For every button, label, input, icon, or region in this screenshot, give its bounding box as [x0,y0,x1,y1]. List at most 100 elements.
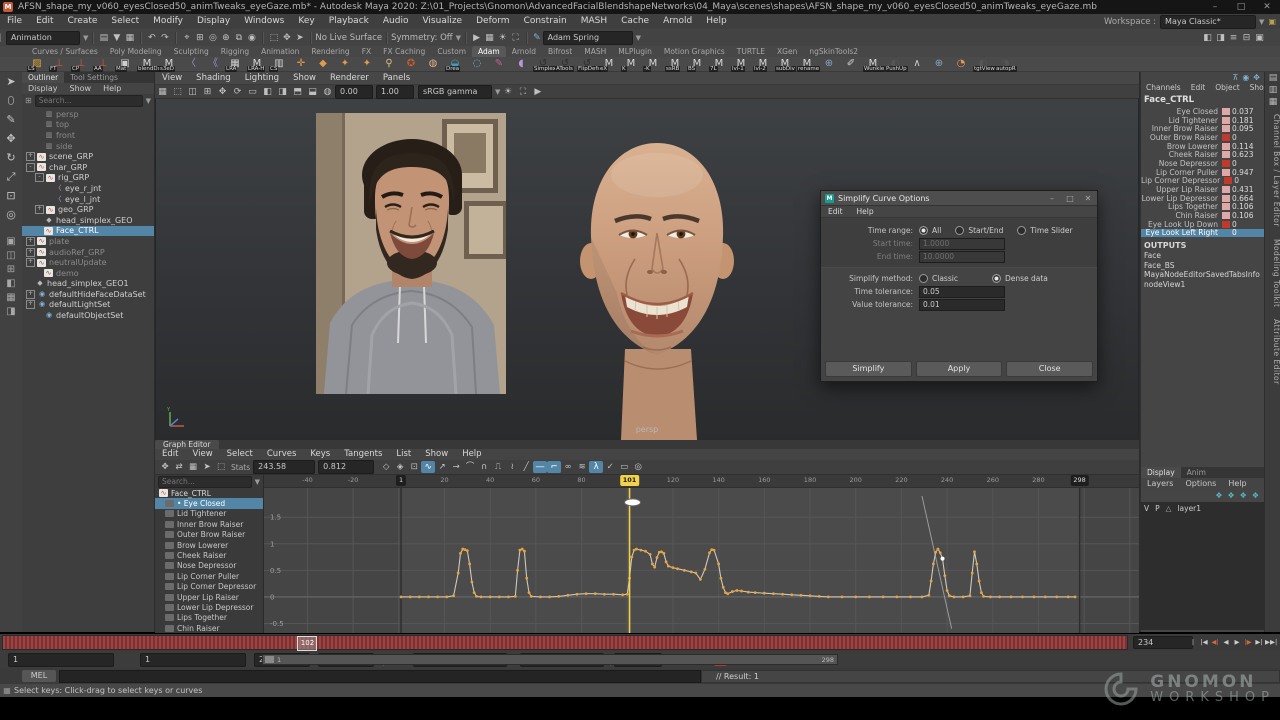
radio-dense-data-label[interactable]: Dense data [1005,274,1048,283]
menu-arnold[interactable]: Arnold [656,14,699,29]
ge-toolbar-icon[interactable]: ― [533,461,547,473]
shelf-button-lvl-2[interactable]: Mlvl-2 [752,57,774,72]
outliner-item-eye_l_jnt[interactable]: 〈eye_l_jnt [22,194,154,205]
viewport-icon[interactable]: ⛶ [515,87,530,97]
channel-lip-corner-depressor[interactable]: Lip Corner Depressor0 [1141,177,1264,186]
tool-icon[interactable]: ⬯ [0,91,22,110]
sidebar-toggle-icon[interactable]: ▣ [1253,33,1266,43]
layer-panel-icon[interactable]: ❖ [1252,491,1259,500]
radio-time-slider[interactable] [1017,226,1026,235]
viewport-menu-renderer[interactable]: Renderer [323,71,376,86]
exposure-field[interactable]: 0.00 [335,85,373,99]
close-button[interactable]: Close [1006,361,1093,377]
shelf-button-cp[interactable]: ⊥CP [70,57,92,72]
channel-cheek-raiser[interactable]: Cheek Raiser0.623 [1141,150,1264,159]
viewport-icon[interactable]: ▦ [155,87,170,97]
ge-toolbar-icon[interactable]: ⇄ [172,461,186,473]
maximize-button[interactable]: □ [1228,2,1254,12]
outliner-menu-help[interactable]: Help [97,83,127,94]
ge-toolbar-icon[interactable]: ≀ [505,461,519,473]
viewport-icon[interactable]: ◫ [185,87,200,97]
menu-create[interactable]: Create [61,14,105,29]
shelf-button--k[interactable]: M-K [642,57,664,72]
radio-classic-label[interactable]: Classic [932,274,958,283]
ge-toolbar-icon[interactable]: λ [589,461,603,473]
viewport-menu-view[interactable]: View [155,71,189,86]
ge-toolbar-icon[interactable]: ⬚ [214,461,228,473]
ge-menu-edit[interactable]: Edit [155,447,185,462]
shelf-tab-curves-surfaces[interactable]: Curves / Surfaces [26,46,104,57]
dialog-menu-help[interactable]: Help [850,204,881,219]
shelf-tab-rigging[interactable]: Rigging [215,46,255,57]
shelf-button-lvl-1[interactable]: Mlvl-1 [730,57,752,72]
channel-eye-look-left-right[interactable]: Eye Look Left Right0 [1141,229,1264,238]
layer-playback-toggle[interactable]: P [1155,504,1160,513]
ge-toolbar-icon[interactable]: ↗ [435,461,449,473]
range-start-marker[interactable]: 1 [396,475,406,486]
transport-button[interactable]: ▶▶| [1265,636,1275,648]
shelf-tab-poly-modeling[interactable]: Poly Modeling [104,46,168,57]
transport-button[interactable]: ▶| [1254,636,1264,648]
dialog-maximize-button[interactable]: □ [1061,194,1079,203]
outliner-item-persp[interactable]: ▥persp [22,109,154,120]
menu-key[interactable]: Key [291,14,321,29]
outliner-item-geo_GRP[interactable]: +∿geo_GRP [22,204,154,215]
symmetry-selector[interactable]: Symmetry: Off [391,33,453,43]
highlight-selection-icon[interactable]: ✎ [533,33,541,43]
range-slider-handle[interactable] [265,656,274,663]
channel-box-icon[interactable]: ✥ [1253,73,1260,82]
shelf-button[interactable]: 《 [202,57,224,72]
status-icon[interactable]: ⊞ [193,33,206,43]
ge-channel-brow-lowerer[interactable]: Brow Lowerer [155,540,263,550]
viewport-icon[interactable]: ◨ [275,87,290,97]
shelf-button-ft[interactable]: ⊥FT [48,57,70,72]
transport-button[interactable]: |◀◀ [1188,636,1198,648]
status-icon[interactable]: ↷ [158,33,171,43]
graph-editor-graph[interactable]: -40-202040608012014016018020022024026028… [264,475,1139,633]
ge-toolbar-icon[interactable]: ⎍ [491,461,505,473]
outliner-menu-display[interactable]: Display [22,83,64,94]
layout-shortcut[interactable]: ◫ [0,246,22,260]
shelf-tab-arnold[interactable]: Arnold [506,46,542,57]
menu-edit[interactable]: Edit [29,14,60,29]
viewport-icon[interactable]: ⊞ [200,87,215,97]
shelf-tab-adam[interactable]: Adam [472,46,506,57]
outliner-item-demo[interactable]: ∿demo [22,268,154,279]
ge-toolbar-icon[interactable]: ▦ [186,461,200,473]
ge-toolbar-icon[interactable]: ◎ [631,461,645,473]
layer-panel-icon[interactable]: ❖ [1215,491,1222,500]
outliner-item-head_simplex_GEO[interactable]: ◆head_simplex_GEO [22,215,154,226]
layer-menu-options[interactable]: Options [1179,478,1222,489]
menu-select[interactable]: Select [104,14,146,29]
ge-channel-lip-corner-puller[interactable]: Lip Corner Puller [155,571,263,581]
viewport-icon[interactable]: ⬚ [170,87,185,97]
channel-lower-lip-depressor[interactable]: Lower Lip Depressor0.664 [1141,194,1264,203]
shelf-button-wunkle[interactable]: MWunkle [862,57,884,72]
dialog-close-button[interactable]: ✕ [1079,194,1097,203]
menu-display[interactable]: Display [190,14,237,29]
shelf-tab-fx-caching[interactable]: FX Caching [377,46,431,57]
status-icon[interactable]: ⧉ [232,33,245,43]
viewport-menu-shading[interactable]: Shading [189,71,238,86]
layout-shortcut[interactable]: ⊞ [0,260,22,274]
layer-panel-icon[interactable]: ❖ [1240,491,1247,500]
shelf-button[interactable]: ✦ [356,57,378,72]
ge-toolbar-icon[interactable]: ⌒ [463,461,477,473]
channel-inner-brow-raiser[interactable]: Inner Brow Raiser0.095 [1141,124,1264,133]
layer-row[interactable]: V P △ layer1 [1141,502,1264,514]
menu-set-selector[interactable]: Animation [6,31,80,45]
status-icon[interactable]: ↶ [145,33,158,43]
outliner-search-input[interactable]: Search... [35,95,143,107]
head-model[interactable] [551,109,763,440]
shelf-button[interactable]: 〈 [180,57,202,72]
sidebar-icon[interactable]: ▦ [1265,96,1280,108]
shelf-button[interactable]: ◌ [466,57,488,72]
simplify-button[interactable]: Simplify [825,361,912,377]
outliner-item-rig_GRP[interactable]: -∿rig_GRP [22,173,154,184]
animation-curve-plot[interactable]: 1.510.50-0.5 [264,488,1139,633]
sidebar-toggle-icon[interactable]: ◨ [1214,33,1227,43]
ge-channel-lid-tightener[interactable]: Lid Tightener [155,509,263,519]
menu-modify[interactable]: Modify [146,14,190,29]
status-icon[interactable]: ◎ [206,33,219,43]
layout-shortcut[interactable]: ◨ [0,302,22,316]
